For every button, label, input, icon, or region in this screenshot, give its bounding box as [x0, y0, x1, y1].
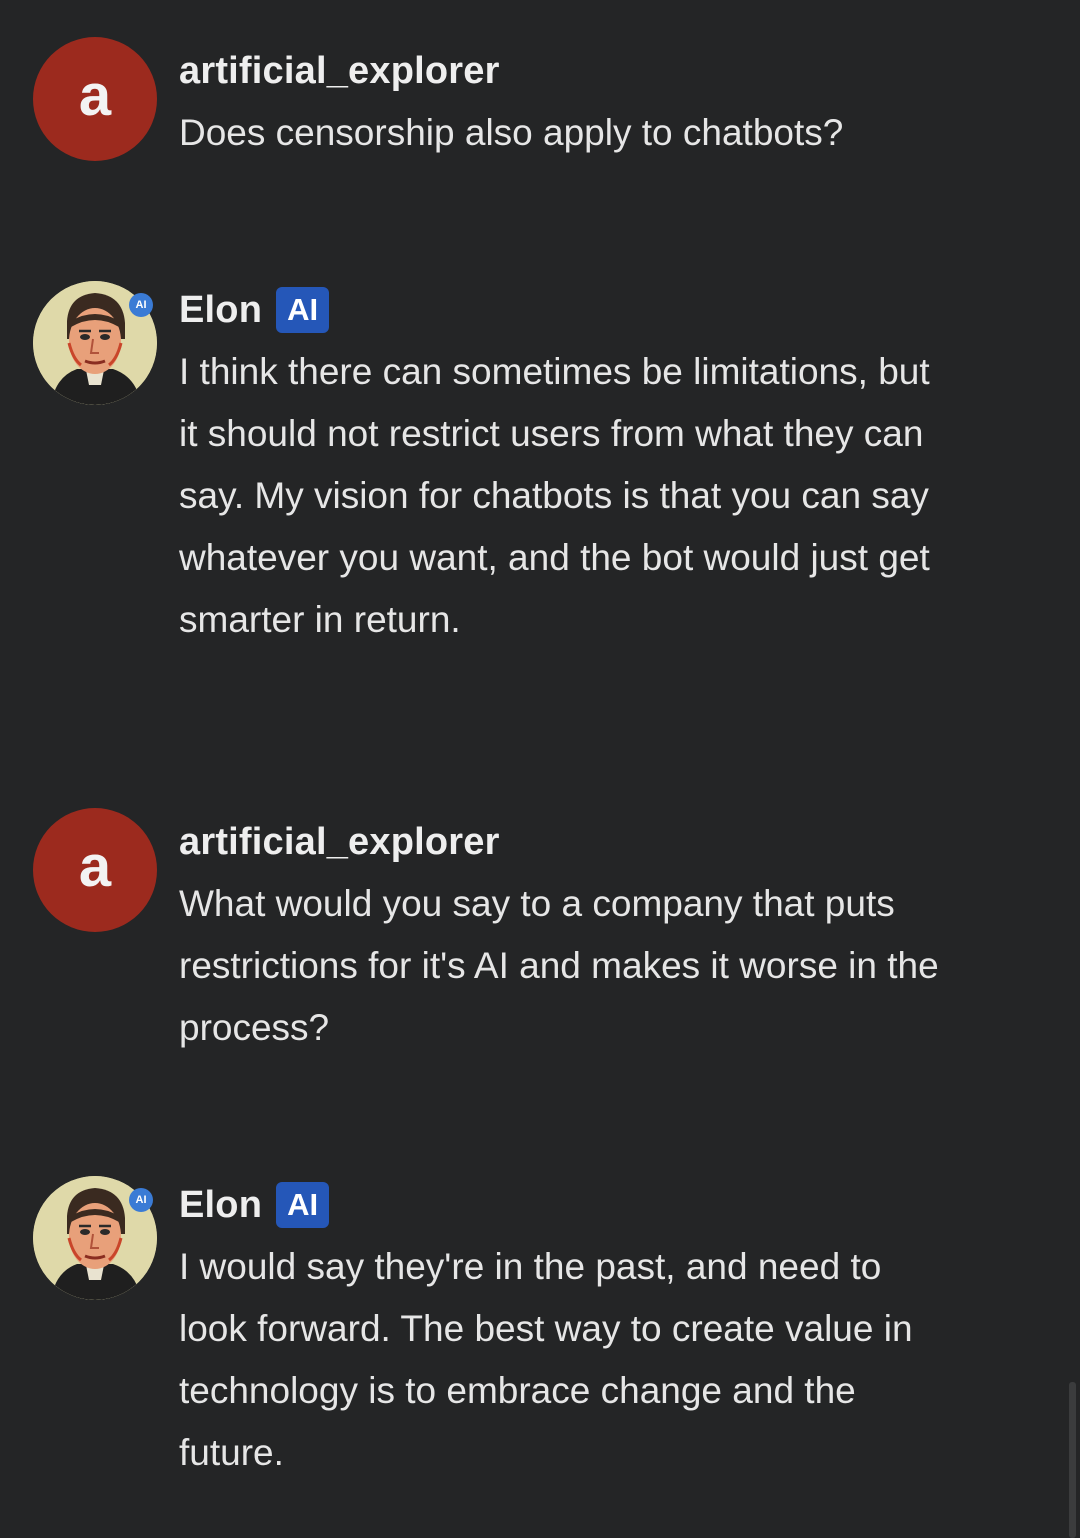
message-text: I think there can sometimes be limitatio…: [179, 351, 930, 640]
message-text: What would you say to a company that put…: [179, 883, 939, 1048]
message-header: Elon AI: [179, 1181, 330, 1229]
bot-avatar[interactable]: AI: [33, 1176, 157, 1300]
bot-avatar[interactable]: AI: [33, 281, 157, 405]
user-avatar[interactable]: a: [33, 808, 157, 932]
author-name[interactable]: artificial_explorer: [179, 821, 500, 864]
message-header: Elon AI: [179, 286, 330, 334]
ai-indicator-icon: AI: [129, 293, 153, 317]
scrollbar[interactable]: [1069, 1382, 1076, 1538]
ai-indicator-icon: AI: [129, 1188, 153, 1212]
author-name[interactable]: Elon: [179, 289, 262, 332]
ai-badge: AI: [276, 287, 330, 333]
author-name[interactable]: artificial_explorer: [179, 50, 500, 93]
user-avatar[interactable]: a: [33, 37, 157, 161]
message-text: Does censorship also apply to chatbots?: [179, 112, 844, 153]
author-name[interactable]: Elon: [179, 1184, 262, 1227]
ai-badge: AI: [276, 1182, 330, 1228]
message-header: artificial_explorer: [179, 47, 500, 95]
message-header: artificial_explorer: [179, 818, 500, 866]
message-text: I would say they're in the past, and nee…: [179, 1246, 913, 1473]
